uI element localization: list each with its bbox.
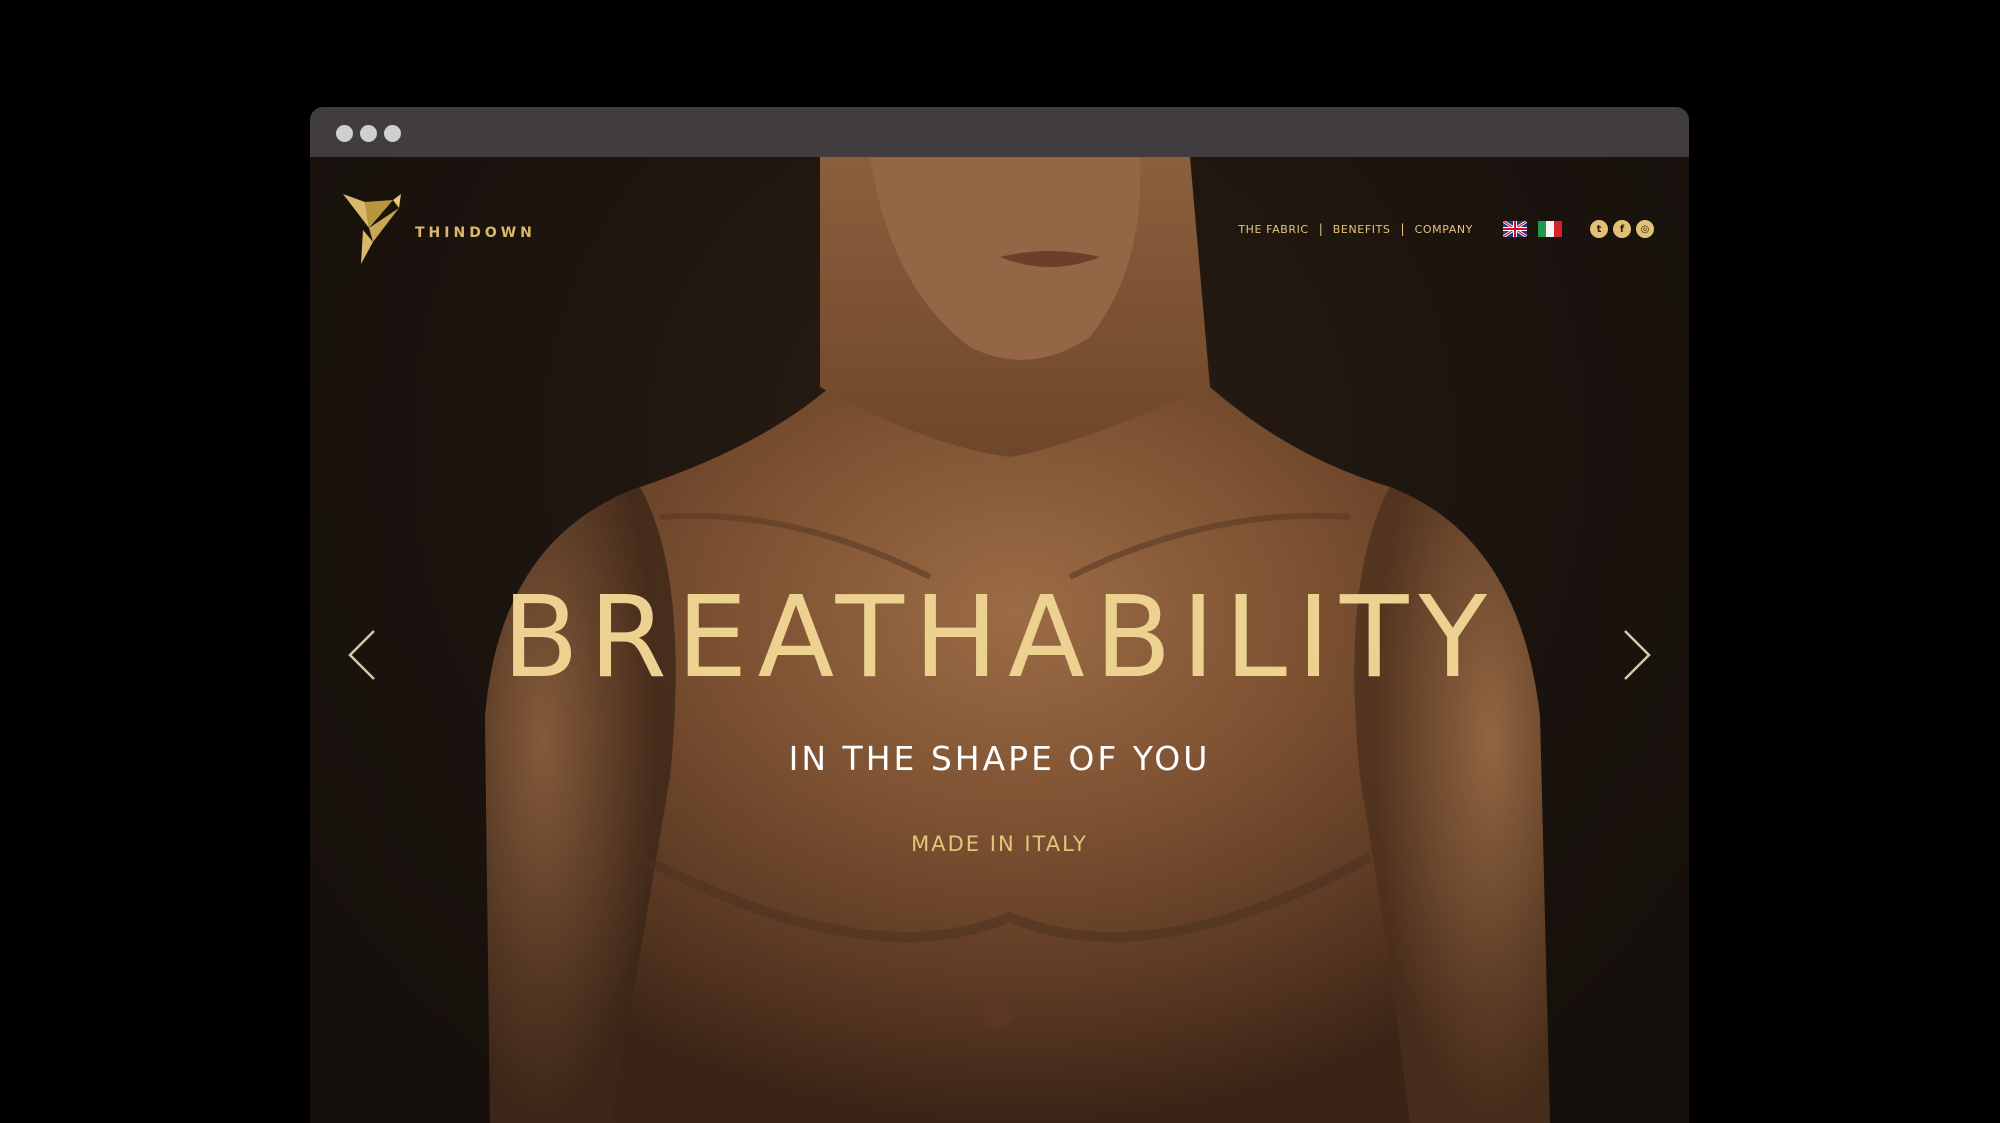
facebook-icon[interactable]: f [1613,220,1631,238]
hero-tagline: MADE IN ITALY [911,832,1088,856]
nav-separator: | [1318,222,1323,236]
twitter-icon[interactable]: t [1590,220,1608,238]
window-dot-maximize[interactable] [384,125,401,142]
hero-subtitle: IN THE SHAPE OF YOU [788,739,1211,778]
brand-logo[interactable]: THINDOWN [343,194,536,266]
nav-company[interactable]: COMPANY [1415,223,1473,236]
nav-the-fabric[interactable]: THE FABRIC [1238,223,1308,236]
italy-flag-icon[interactable] [1538,221,1562,237]
nav-benefits[interactable]: BENEFITS [1333,223,1391,236]
window-controls [336,125,401,142]
website-viewport: THINDOWN THE FABRIC | BENEFITS | COMPANY [310,157,1689,1123]
origami-bird-icon [343,194,409,266]
chevron-left-icon[interactable] [346,627,378,683]
hero-title: BREATHABILITY [502,573,1497,703]
language-switcher [1503,221,1562,237]
browser-title-bar [310,107,1689,157]
instagram-icon[interactable]: ◎ [1636,220,1654,238]
top-navigation: THE FABRIC | BENEFITS | COMPANY t f ◎ [1238,220,1654,238]
window-dot-close[interactable] [336,125,353,142]
nav-separator: | [1400,222,1405,236]
chevron-right-icon[interactable] [1621,627,1653,683]
browser-window: THINDOWN THE FABRIC | BENEFITS | COMPANY [310,107,1689,1123]
uk-flag-icon[interactable] [1503,221,1527,237]
social-links: t f ◎ [1590,220,1654,238]
window-dot-minimize[interactable] [360,125,377,142]
brand-name: THINDOWN [415,225,536,241]
page-backdrop: THINDOWN THE FABRIC | BENEFITS | COMPANY [0,0,2000,1123]
